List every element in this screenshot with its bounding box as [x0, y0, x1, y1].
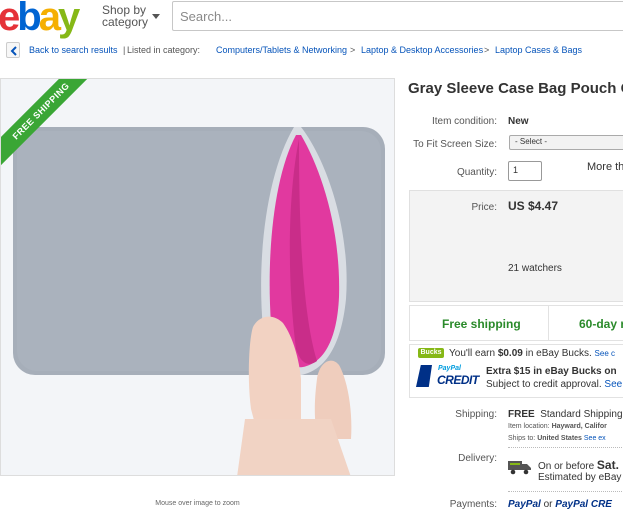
credit-line2: Subject to credit approval. — [486, 379, 602, 390]
item-title: Gray Sleeve Case Bag Pouch Co — [408, 80, 623, 97]
more-than-available: More th — [587, 161, 623, 173]
shop-by-category-button[interactable]: Shop by category — [102, 4, 160, 29]
credit-label: CREDIT — [437, 373, 479, 387]
breadcrumb-category-cases[interactable]: Laptop Cases & Bags — [495, 38, 582, 62]
bucks-amount: $0.09 — [497, 348, 523, 359]
ebay-logo[interactable]: ebay — [0, 0, 80, 39]
condition-value: New — [508, 116, 529, 127]
ships-to: Ships to: United States See ex — [508, 435, 606, 442]
bucks-text-pre: You'll earn — [449, 348, 498, 359]
screen-size-label: To Fit Screen Size: — [413, 139, 497, 150]
breadcrumb-arrow: > — [484, 45, 490, 55]
chevron-left-icon — [10, 46, 17, 56]
listed-in-label: Listed in category: — [127, 45, 201, 55]
item-location-label: Item location: — [508, 423, 550, 430]
condition-label: Item condition: — [431, 116, 497, 127]
paypal-label: PayPal — [438, 365, 461, 372]
screen-size-select[interactable]: - Select - — [509, 135, 623, 150]
header: ebay Shop by category — [0, 0, 623, 39]
quantity-label: Quantity: — [456, 167, 497, 178]
delivery-date: On or before Sat. — [538, 458, 619, 472]
bucks-see-link[interactable]: See c — [595, 349, 615, 358]
logo-letter-e: e — [0, 0, 20, 39]
payments-label: Payments: — [449, 499, 497, 509]
shipping-method: Standard Shipping — [540, 409, 623, 420]
returns-badge: 60-day r — [579, 317, 623, 331]
breadcrumb-separator: | — [123, 45, 126, 55]
price-value: US $4.47 — [508, 199, 559, 213]
paypal-credit-logo: PayPal CRE — [555, 499, 612, 509]
divider — [508, 447, 623, 448]
delivery-date-pre: On or before — [538, 461, 597, 472]
zoom-caption: Mouse over image to zoom — [155, 500, 240, 507]
breadcrumb-category-accessories[interactable]: Laptop & Desktop Accessories — [361, 38, 483, 62]
logo-letter-a: a — [38, 0, 61, 39]
delivery-day: Sat. — [596, 458, 619, 472]
free-shipping-badge: Free shipping — [442, 317, 521, 331]
ships-to-label: Ships to: — [508, 435, 536, 442]
breadcrumb-arrow: > — [350, 45, 356, 55]
credit-see-link[interactable]: See — [604, 379, 622, 390]
paypal-credit-icon: PayPal CREDIT — [416, 365, 480, 387]
paypal-p-icon — [416, 365, 432, 387]
credit-text: Extra $15 in eBay Bucks on Subject to cr… — [486, 365, 622, 391]
ebay-bucks-icon: Bucks — [418, 348, 444, 358]
logo-letter-y: y — [57, 0, 80, 39]
bucks-text: You'll earn $0.09 in eBay Bucks. See c — [449, 348, 615, 359]
paypal-logo: PayPal — [508, 499, 541, 509]
item-location-value: Hayward, Califor — [551, 423, 607, 430]
payment-methods: PayPal or PayPal CRE — [508, 499, 612, 509]
delivery-label: Delivery: — [458, 453, 497, 464]
payments-or: or — [543, 499, 553, 509]
breadcrumb: Back to search results | Listed in categ… — [0, 38, 623, 62]
shipping-value: FREE Standard Shipping — [508, 409, 623, 420]
quantity-input[interactable]: 1 — [508, 161, 542, 181]
banner-divider — [548, 305, 549, 341]
truck-icon — [508, 461, 531, 475]
logo-letter-b: b — [17, 0, 42, 39]
search-input[interactable] — [172, 1, 623, 31]
category-label: category — [102, 15, 149, 29]
price-label: Price: — [471, 202, 497, 213]
watchers-count: 21 watchers — [508, 263, 562, 274]
item-location: Item location: Hayward, Califor — [508, 423, 607, 430]
divider — [508, 491, 623, 492]
see-exclusions-link[interactable]: See ex — [584, 435, 606, 442]
credit-line1: Extra $15 in eBay Bucks on — [486, 366, 617, 377]
delivery-estimate: Estimated by eBay — [538, 472, 622, 483]
laptop-sleeve-photo — [1, 79, 394, 475]
shipping-free: FREE — [508, 409, 535, 420]
chevron-down-icon — [152, 14, 160, 19]
bucks-text-post: in eBay Bucks. — [522, 348, 592, 359]
back-button[interactable] — [6, 42, 20, 58]
back-to-search-link[interactable]: Back to search results — [29, 38, 118, 62]
product-image[interactable]: FREE SHIPPING — [0, 78, 395, 476]
ships-to-value: United States — [537, 435, 582, 442]
shipping-label: Shipping: — [455, 409, 497, 420]
breadcrumb-category-computers[interactable]: Computers/Tablets & Networking — [216, 38, 347, 62]
